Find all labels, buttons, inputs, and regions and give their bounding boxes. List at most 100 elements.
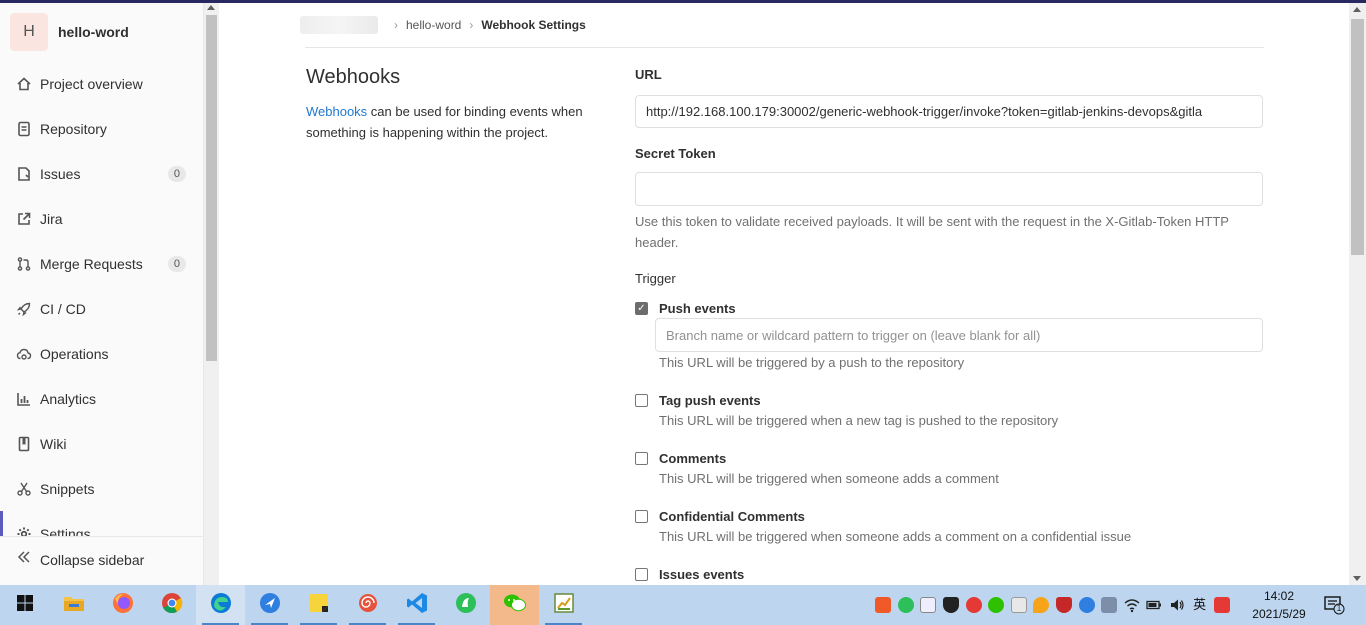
sidebar-item-wiki[interactable]: Wiki: [0, 421, 203, 466]
taskbar-firefox[interactable]: [98, 585, 147, 625]
book-icon: [16, 436, 32, 452]
scroll-up-arrow-icon[interactable]: [207, 5, 215, 10]
taskbar-edge[interactable]: [196, 585, 245, 625]
breadcrumb-chevron-icon: ›: [469, 18, 474, 32]
chrome-icon: [161, 592, 183, 619]
comments-label[interactable]: Comments: [659, 451, 726, 466]
sidebar-item-label: Issues: [40, 165, 81, 182]
url-label: URL: [635, 67, 662, 82]
tray-network-drive-icon[interactable]: [1101, 597, 1118, 613]
taskbar-chart-app[interactable]: [539, 585, 588, 625]
clock-date: 2021/5/29: [1252, 607, 1306, 621]
sidebar-item-snippets[interactable]: Snippets: [0, 466, 203, 511]
breadcrumb-current[interactable]: Webhook Settings: [481, 18, 585, 32]
sidebar-scrollbar-thumb[interactable]: [206, 15, 217, 361]
url-input[interactable]: http://192.168.100.179:30002/generic-web…: [635, 95, 1263, 128]
sticky-notes-icon: [308, 592, 330, 619]
issues-events-option[interactable]: Issues events: [635, 567, 744, 582]
tray-window-icon[interactable]: [920, 597, 937, 613]
breadcrumb-chevron-icon: ›: [394, 18, 398, 32]
home-icon: [16, 76, 32, 92]
comments-help: This URL will be triggered when someone …: [659, 471, 999, 486]
secret-token-input[interactable]: [635, 172, 1263, 206]
sidebar-item-ci-cd[interactable]: CI / CD: [0, 286, 203, 331]
sidebar-scrollbar[interactable]: [204, 3, 219, 585]
page-scrollbar[interactable]: [1349, 3, 1366, 585]
sidebar-item-jira[interactable]: Jira: [0, 196, 203, 241]
taskbar-spiral-app[interactable]: [343, 585, 392, 625]
taskbar-wechat[interactable]: [490, 585, 539, 625]
taskbar-sticky-notes[interactable]: [294, 585, 343, 625]
document-icon: [16, 121, 32, 137]
start-button[interactable]: [0, 585, 49, 625]
breadcrumb-project[interactable]: hello-word: [406, 18, 461, 32]
green-app-icon: [455, 592, 477, 619]
project-avatar: H: [10, 13, 48, 51]
wifi-icon[interactable]: [1124, 597, 1140, 613]
sidebar-item-repository[interactable]: Repository: [0, 106, 203, 151]
tray-shield-icon[interactable]: [943, 597, 960, 613]
push-events-label[interactable]: Push events: [659, 301, 736, 316]
clock-time: 14:02: [1263, 589, 1295, 603]
breadcrumb: › hello-word › Webhook Settings: [300, 16, 586, 34]
tray-red-app-icon[interactable]: [965, 597, 982, 613]
tray-security-icon[interactable]: [1056, 597, 1073, 613]
breadcrumb-group-redacted[interactable]: [300, 16, 378, 34]
taskbar-vscode[interactable]: [392, 585, 441, 625]
battery-icon[interactable]: [1146, 597, 1162, 613]
page-scrollbar-thumb[interactable]: [1351, 19, 1364, 255]
tag-push-events-label[interactable]: Tag push events: [659, 393, 761, 408]
confidential-comments-option[interactable]: Confidential Comments: [635, 509, 805, 524]
app-spiral-icon: [357, 592, 379, 619]
tag-push-events-checkbox[interactable]: [635, 394, 648, 407]
sidebar-item-label: Jira: [40, 210, 63, 227]
feishu-icon: [259, 592, 281, 619]
tray-wechat-icon[interactable]: [988, 597, 1005, 613]
sidebar-item-project-overview[interactable]: Project overview: [0, 61, 203, 106]
confidential-comments-label[interactable]: Confidential Comments: [659, 509, 805, 524]
cloud-gear-icon: [16, 346, 32, 362]
taskbar-chrome[interactable]: [147, 585, 196, 625]
sidebar-item-label: Wiki: [40, 435, 67, 452]
branch-filter-input[interactable]: Branch name or wildcard pattern to trigg…: [655, 318, 1263, 352]
tray-app-icon[interactable]: [875, 597, 892, 613]
collapse-sidebar-label: Collapse sidebar: [40, 551, 145, 568]
taskbar-clock[interactable]: 14:02 2021/5/29: [1240, 587, 1318, 623]
sogou-ime-icon[interactable]: [1214, 597, 1231, 613]
sidebar-item-analytics[interactable]: Analytics: [0, 376, 203, 421]
taskbar-file-explorer[interactable]: [49, 585, 98, 625]
project-header[interactable]: H hello-word: [10, 13, 129, 51]
comments-checkbox[interactable]: [635, 452, 648, 465]
sidebar-item-label: Project overview: [40, 75, 143, 92]
taskbar-green-app[interactable]: [441, 585, 490, 625]
collapse-sidebar-button[interactable]: Collapse sidebar: [0, 536, 203, 582]
sidebar-item-issues[interactable]: Issues 0: [0, 151, 203, 196]
speaker-icon[interactable]: [1169, 597, 1185, 613]
sidebar-item-label: Operations: [40, 345, 109, 362]
notification-count: 1: [1336, 603, 1342, 613]
tray-feishu-icon[interactable]: [1078, 597, 1095, 613]
notification-center-button[interactable]: 1: [1323, 595, 1345, 615]
sidebar-item-merge-requests[interactable]: Merge Requests 0: [0, 241, 203, 286]
comments-option[interactable]: Comments: [635, 451, 726, 466]
merge-requests-count-badge: 0: [167, 255, 186, 272]
taskbar-feishu[interactable]: [245, 585, 294, 625]
push-events-checkbox[interactable]: ✓: [635, 302, 648, 315]
scroll-down-arrow-icon[interactable]: [1353, 576, 1361, 581]
issues-events-label[interactable]: Issues events: [659, 567, 744, 582]
sidebar-item-label: Analytics: [40, 390, 97, 407]
trigger-label: Trigger: [635, 271, 676, 286]
push-events-option[interactable]: ✓ Push events: [635, 301, 736, 316]
confidential-comments-checkbox[interactable]: [635, 510, 648, 523]
sidebar-item-operations[interactable]: Operations: [0, 331, 203, 376]
sidebar-item-label: CI / CD: [40, 300, 86, 317]
secret-token-label: Secret Token: [635, 146, 716, 161]
tag-push-events-option[interactable]: Tag push events: [635, 393, 761, 408]
webhooks-docs-link[interactable]: Webhooks: [306, 104, 367, 119]
tray-green-icon[interactable]: [897, 597, 914, 613]
ime-indicator[interactable]: 英: [1192, 597, 1208, 613]
tray-sync-icon[interactable]: [1010, 597, 1027, 613]
issues-events-checkbox[interactable]: [635, 568, 648, 581]
scroll-up-arrow-icon[interactable]: [1353, 7, 1361, 12]
tray-flame-icon[interactable]: [1033, 597, 1050, 613]
